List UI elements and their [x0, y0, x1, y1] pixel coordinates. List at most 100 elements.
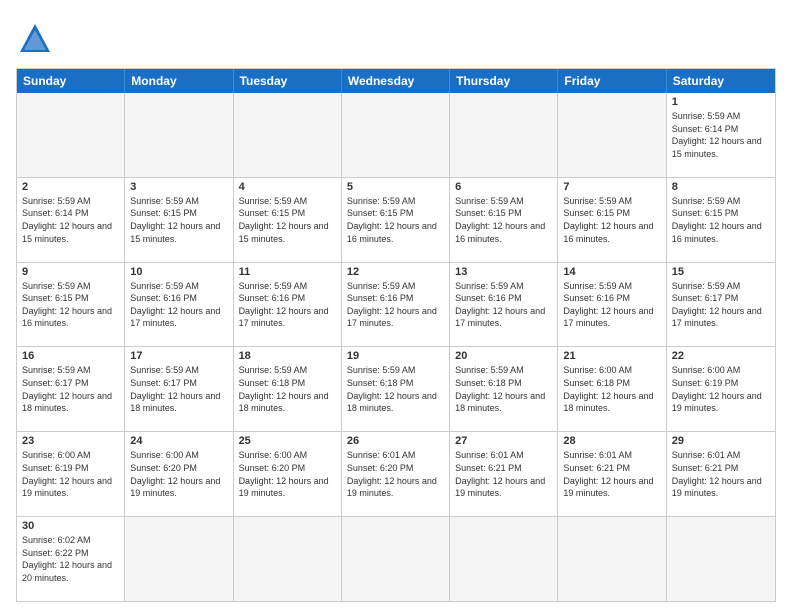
- day-number: 13: [455, 266, 552, 278]
- day-info: Sunrise: 5:59 AM Sunset: 6:15 PM Dayligh…: [672, 195, 770, 245]
- day-number: 23: [22, 435, 119, 447]
- calendar-day-cell: [125, 517, 233, 601]
- calendar-header-row: SundayMondayTuesdayWednesdayThursdayFrid…: [17, 69, 775, 93]
- day-info: Sunrise: 6:00 AM Sunset: 6:19 PM Dayligh…: [22, 449, 119, 499]
- day-number: 21: [563, 350, 660, 362]
- day-info: Sunrise: 5:59 AM Sunset: 6:14 PM Dayligh…: [22, 195, 119, 245]
- calendar-header-cell: Sunday: [17, 69, 125, 93]
- day-number: 17: [130, 350, 227, 362]
- calendar-day-cell: 5Sunrise: 5:59 AM Sunset: 6:15 PM Daylig…: [342, 178, 450, 262]
- day-number: 28: [563, 435, 660, 447]
- calendar-day-cell: [17, 93, 125, 177]
- day-info: Sunrise: 5:59 AM Sunset: 6:18 PM Dayligh…: [239, 364, 336, 414]
- calendar: SundayMondayTuesdayWednesdayThursdayFrid…: [16, 68, 776, 602]
- calendar-day-cell: 15 Sunrise: 5:59 AM Sunset: 6:17 PM Dayli…: [667, 263, 775, 347]
- day-info: Sunrise: 5:59 AM Sunset: 6:17 PM Dayligh…: [130, 364, 227, 414]
- calendar-header-cell: Monday: [125, 69, 233, 93]
- calendar-day-cell: [234, 93, 342, 177]
- day-number: 9: [22, 266, 119, 278]
- calendar-day-cell: 18 Sunrise: 5:59 AM Sunset: 6:18 PM Dayli…: [234, 347, 342, 431]
- day-info: Sunrise: 6:00 AM Sunset: 6:19 PM Dayligh…: [672, 364, 770, 414]
- calendar-day-cell: [125, 93, 233, 177]
- logo: [16, 20, 60, 58]
- day-number: 29: [672, 435, 770, 447]
- calendar-week-row: 9 Sunrise: 5:59 AM Sunset: 6:15 PM Daylig…: [17, 262, 775, 347]
- day-info: Sunrise: 6:01 AM Sunset: 6:21 PM Dayligh…: [563, 449, 660, 499]
- day-info: Sunrise: 5:59 AM Sunset: 6:16 PM Dayligh…: [239, 280, 336, 330]
- calendar-day-cell: 8Sunrise: 5:59 AM Sunset: 6:15 PM Daylig…: [667, 178, 775, 262]
- day-number: 11: [239, 266, 336, 278]
- calendar-week-row: 1 Sunrise: 5:59 AM Sunset: 6:14 PM Daylig…: [17, 93, 775, 177]
- calendar-day-cell: 7Sunrise: 5:59 AM Sunset: 6:15 PM Daylig…: [558, 178, 666, 262]
- day-number: 18: [239, 350, 336, 362]
- day-info: Sunrise: 5:59 AM Sunset: 6:16 PM Dayligh…: [347, 280, 444, 330]
- day-number: 16: [22, 350, 119, 362]
- calendar-day-cell: 22 Sunrise: 6:00 AM Sunset: 6:19 PM Dayli…: [667, 347, 775, 431]
- day-info: Sunrise: 6:02 AM Sunset: 6:22 PM Dayligh…: [22, 534, 119, 584]
- calendar-day-cell: 17 Sunrise: 5:59 AM Sunset: 6:17 PM Dayli…: [125, 347, 233, 431]
- day-number: 3: [130, 181, 227, 193]
- day-info: Sunrise: 5:59 AM Sunset: 6:15 PM Dayligh…: [22, 280, 119, 330]
- day-number: 24: [130, 435, 227, 447]
- calendar-day-cell: [342, 517, 450, 601]
- calendar-day-cell: 19Sunrise: 5:59 AM Sunset: 6:18 PM Dayli…: [342, 347, 450, 431]
- logo-icon: [16, 20, 54, 58]
- header: [16, 16, 776, 58]
- day-info: Sunrise: 5:59 AM Sunset: 6:16 PM Dayligh…: [130, 280, 227, 330]
- day-number: 27: [455, 435, 552, 447]
- day-info: Sunrise: 5:59 AM Sunset: 6:15 PM Dayligh…: [130, 195, 227, 245]
- calendar-day-cell: 27 Sunrise: 6:01 AM Sunset: 6:21 PM Dayli…: [450, 432, 558, 516]
- day-info: Sunrise: 5:59 AM Sunset: 6:17 PM Dayligh…: [672, 280, 770, 330]
- day-number: 14: [563, 266, 660, 278]
- calendar-day-cell: 3 Sunrise: 5:59 AM Sunset: 6:15 PM Daylig…: [125, 178, 233, 262]
- day-info: Sunrise: 6:01 AM Sunset: 6:20 PM Dayligh…: [347, 449, 444, 499]
- day-info: Sunrise: 5:59 AM Sunset: 6:15 PM Dayligh…: [455, 195, 552, 245]
- calendar-week-row: 30Sunrise: 6:02 AM Sunset: 6:22 PM Dayli…: [17, 516, 775, 601]
- calendar-day-cell: 24 Sunrise: 6:00 AM Sunset: 6:20 PM Dayli…: [125, 432, 233, 516]
- calendar-header-cell: Wednesday: [342, 69, 450, 93]
- day-info: Sunrise: 5:59 AM Sunset: 6:18 PM Dayligh…: [455, 364, 552, 414]
- calendar-week-row: 16 Sunrise: 5:59 AM Sunset: 6:17 PM Dayli…: [17, 346, 775, 431]
- day-number: 12: [347, 266, 444, 278]
- calendar-day-cell: [450, 93, 558, 177]
- calendar-day-cell: 12 Sunrise: 5:59 AM Sunset: 6:16 PM Dayli…: [342, 263, 450, 347]
- day-info: Sunrise: 6:01 AM Sunset: 6:21 PM Dayligh…: [455, 449, 552, 499]
- calendar-day-cell: 21Sunrise: 6:00 AM Sunset: 6:18 PM Dayli…: [558, 347, 666, 431]
- calendar-day-cell: 1 Sunrise: 5:59 AM Sunset: 6:14 PM Daylig…: [667, 93, 775, 177]
- calendar-day-cell: 10 Sunrise: 5:59 AM Sunset: 6:16 PM Dayli…: [125, 263, 233, 347]
- day-info: Sunrise: 5:59 AM Sunset: 6:16 PM Dayligh…: [455, 280, 552, 330]
- calendar-day-cell: 13 Sunrise: 5:59 AM Sunset: 6:16 PM Dayli…: [450, 263, 558, 347]
- day-info: Sunrise: 5:59 AM Sunset: 6:15 PM Dayligh…: [239, 195, 336, 245]
- calendar-day-cell: [234, 517, 342, 601]
- day-number: 1: [672, 96, 770, 108]
- day-info: Sunrise: 6:01 AM Sunset: 6:21 PM Dayligh…: [672, 449, 770, 499]
- calendar-day-cell: [667, 517, 775, 601]
- day-number: 5: [347, 181, 444, 193]
- calendar-week-row: 2 Sunrise: 5:59 AM Sunset: 6:14 PM Daylig…: [17, 177, 775, 262]
- day-number: 2: [22, 181, 119, 193]
- day-info: Sunrise: 6:00 AM Sunset: 6:20 PM Dayligh…: [130, 449, 227, 499]
- calendar-day-cell: 30Sunrise: 6:02 AM Sunset: 6:22 PM Dayli…: [17, 517, 125, 601]
- page: SundayMondayTuesdayWednesdayThursdayFrid…: [0, 0, 792, 612]
- calendar-day-cell: 23 Sunrise: 6:00 AM Sunset: 6:19 PM Dayli…: [17, 432, 125, 516]
- day-number: 22: [672, 350, 770, 362]
- calendar-day-cell: 16 Sunrise: 5:59 AM Sunset: 6:17 PM Dayli…: [17, 347, 125, 431]
- day-number: 15: [672, 266, 770, 278]
- day-number: 10: [130, 266, 227, 278]
- day-number: 20: [455, 350, 552, 362]
- day-info: Sunrise: 6:00 AM Sunset: 6:20 PM Dayligh…: [239, 449, 336, 499]
- calendar-header-cell: Tuesday: [234, 69, 342, 93]
- calendar-day-cell: 2 Sunrise: 5:59 AM Sunset: 6:14 PM Daylig…: [17, 178, 125, 262]
- calendar-day-cell: 29 Sunrise: 6:01 AM Sunset: 6:21 PM Dayli…: [667, 432, 775, 516]
- calendar-day-cell: 28 Sunrise: 6:01 AM Sunset: 6:21 PM Dayli…: [558, 432, 666, 516]
- day-number: 6: [455, 181, 552, 193]
- day-info: Sunrise: 5:59 AM Sunset: 6:18 PM Dayligh…: [347, 364, 444, 414]
- calendar-header-cell: Thursday: [450, 69, 558, 93]
- calendar-body: 1 Sunrise: 5:59 AM Sunset: 6:14 PM Daylig…: [17, 93, 775, 601]
- calendar-day-cell: 4Sunrise: 5:59 AM Sunset: 6:15 PM Daylig…: [234, 178, 342, 262]
- day-info: Sunrise: 5:59 AM Sunset: 6:17 PM Dayligh…: [22, 364, 119, 414]
- day-info: Sunrise: 5:59 AM Sunset: 6:14 PM Dayligh…: [672, 110, 770, 160]
- day-info: Sunrise: 5:59 AM Sunset: 6:15 PM Dayligh…: [563, 195, 660, 245]
- calendar-header-cell: Friday: [558, 69, 666, 93]
- calendar-day-cell: 6 Sunrise: 5:59 AM Sunset: 6:15 PM Daylig…: [450, 178, 558, 262]
